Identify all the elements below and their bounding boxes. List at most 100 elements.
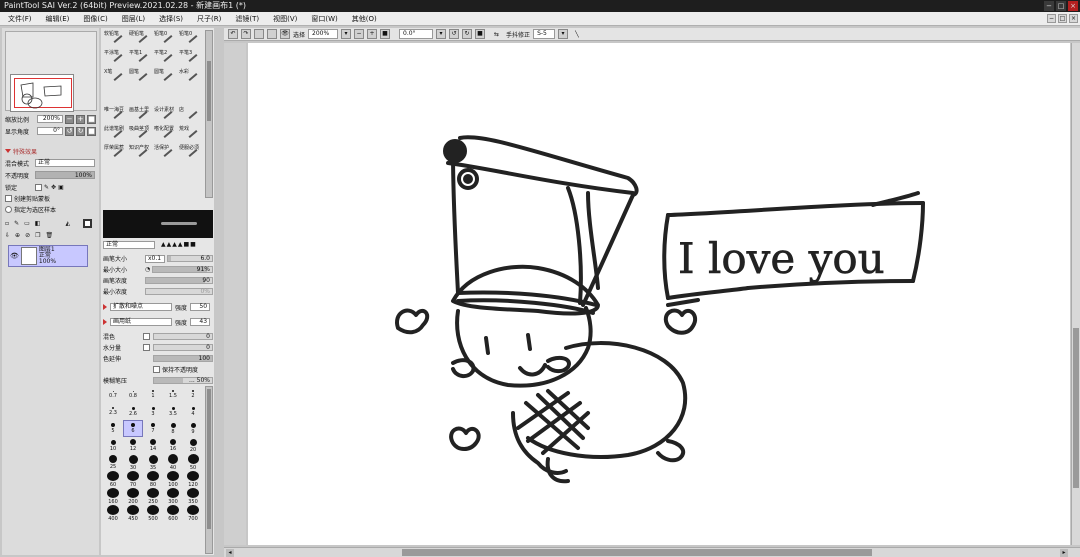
lock-move-icon[interactable]: ✥ [51, 184, 56, 191]
brush-size-preset[interactable]: 3 [143, 403, 163, 420]
doc-minimize-button[interactable]: − [1047, 14, 1056, 23]
brush-size-preset[interactable]: 160 [103, 488, 123, 505]
brush-size-preset[interactable]: 600 [163, 505, 183, 522]
minimize-button[interactable]: − [1044, 1, 1054, 11]
doc-close-button[interactable]: × [1069, 14, 1078, 23]
brush-size-preset[interactable]: 70 [123, 471, 143, 488]
brush-size-preset[interactable]: 3.5 [163, 403, 183, 420]
stabilizer-dropdown[interactable]: ▾ [558, 29, 569, 39]
zoom-reset-button[interactable]: ■ [87, 114, 96, 124]
blend-slider[interactable]: 0 [153, 333, 213, 340]
menu-image[interactable]: 图像(C) [83, 14, 107, 24]
brush-tool-slot[interactable]: 嗜化配置 [153, 125, 178, 144]
brush-tool-slot[interactable]: X笔 [103, 68, 128, 87]
brush-tool-slot[interactable]: 便服必须 [178, 144, 203, 163]
brush-size-preset[interactable]: 8 [163, 420, 183, 437]
layer-item[interactable]: 👁 图层1 正常 100% [8, 245, 88, 267]
brush-size-preset[interactable]: 1 [143, 386, 163, 403]
brush-size-preset[interactable]: 2.3 [103, 403, 123, 420]
lock-transparency-icon[interactable] [35, 183, 42, 191]
brush-size-preset[interactable]: 250 [143, 488, 163, 505]
brush-tool-slot[interactable]: 软铅笔 [103, 30, 128, 49]
edge-expand-icon[interactable] [103, 304, 107, 310]
brush-tool-slot[interactable]: 店 [178, 106, 203, 125]
zoom-in-button[interactable]: + [76, 114, 85, 124]
canvas-zoom-dropdown[interactable]: ▾ [341, 29, 352, 39]
navigator-panel[interactable] [5, 31, 97, 112]
brush-tool-slot[interactable]: 水彩 [178, 68, 203, 87]
menu-window[interactable]: 窗口(W) [311, 14, 337, 24]
color-swatch-icon[interactable] [83, 218, 93, 228]
canvas-vertical-scroll-thumb[interactable] [1073, 328, 1079, 488]
brush-size-preset[interactable]: 700 [183, 505, 203, 522]
persistence-slider[interactable]: 100 [153, 355, 213, 362]
brush-tool-slot[interactable]: 吸曲茎顶 [128, 125, 153, 144]
brush-tool-slot[interactable]: 平笔3 [178, 49, 203, 68]
paper-strength-field[interactable]: 43 [190, 318, 211, 326]
canvas-zoom-reset-button[interactable]: ■ [380, 29, 391, 39]
brush-tool-slot[interactable]: 荒戏 [178, 125, 203, 144]
brush-tool-slot[interactable] [128, 87, 153, 106]
canvas-rotate-reset-button[interactable]: ■ [475, 29, 486, 39]
tool-grid-scrollbar[interactable] [205, 30, 213, 198]
canvas-zoom-out-button[interactable]: − [354, 29, 365, 39]
brush-tool-slot[interactable]: 此谱笔刷 [103, 125, 128, 144]
canvas-rotate-left-button[interactable]: ↺ [449, 29, 460, 39]
canvas-angle-dropdown[interactable]: ▾ [436, 29, 447, 39]
brush-tool-slot[interactable] [103, 87, 128, 106]
brush-tool-slot[interactable]: 铅笔0 [153, 30, 178, 49]
opacity-slider[interactable]: 100% [35, 171, 95, 179]
effects-header[interactable]: 特殊效果 [5, 146, 37, 156]
brush-mode-select[interactable]: 正常 [103, 240, 155, 249]
menu-select[interactable]: 选择(S) [159, 14, 183, 24]
brush-shape-icons[interactable]: ▲▲▲▲■■ [161, 241, 197, 248]
canvas-zoom-field[interactable]: 200% [308, 29, 339, 39]
scroll-right-arrow-icon[interactable]: ▸ [1060, 549, 1068, 557]
brush-tool-slot[interactable]: 铅笔0 [178, 30, 203, 49]
zoom-field[interactable]: 200% [37, 115, 63, 123]
clear-layer-icon[interactable]: ⊘ [25, 232, 30, 239]
canvas-zoom-in-button[interactable]: + [367, 29, 378, 39]
brush-tool-slot[interactable]: 圆笔 [153, 68, 178, 87]
brush-size-preset[interactable]: 200 [123, 488, 143, 505]
navigator-thumbnail[interactable] [10, 74, 74, 112]
brush-size-preset[interactable]: 1.5 [163, 386, 183, 403]
paper-select[interactable]: 画用纸 [110, 318, 172, 326]
brush-size-preset[interactable]: 14 [143, 437, 163, 454]
menu-view[interactable]: 视图(V) [273, 14, 297, 24]
min-size-toggle-icon[interactable]: ◔ [145, 266, 150, 273]
brush-size-preset[interactable]: 450 [123, 505, 143, 522]
brush-size-preset[interactable]: 400 [103, 505, 123, 522]
brush-size-preset[interactable]: 5 [103, 420, 123, 437]
brush-size-multiplier[interactable]: x0.1 [145, 254, 165, 263]
blend-checkbox[interactable] [143, 333, 150, 340]
brush-size-preset[interactable]: 60 [103, 471, 123, 488]
maximize-button[interactable]: □ [1056, 1, 1066, 11]
brush-size-preset[interactable]: 40 [163, 454, 183, 471]
canvas-horizontal-scrollbar[interactable]: ◂ ▸ [224, 547, 1080, 557]
brush-tool-slot[interactable] [178, 87, 203, 106]
clip-checkbox[interactable] [5, 194, 12, 202]
brush-tool-slot[interactable]: 活保护 [153, 144, 178, 163]
brush-tool-slot[interactable]: 画基土里 [128, 106, 153, 125]
rotate-right-button[interactable]: ↻ [76, 126, 85, 136]
brush-size-preset[interactable]: 350 [183, 488, 203, 505]
menu-edit[interactable]: 编辑(E) [46, 14, 70, 24]
brush-size-preset[interactable]: 6 [123, 420, 143, 437]
brush-size-preset[interactable]: 4 [183, 403, 203, 420]
brush-tool-slot[interactable]: 厚荣属惹 [103, 144, 128, 163]
brush-size-scrollbar[interactable] [205, 386, 213, 554]
edge-strength-field[interactable]: 50 [190, 303, 211, 311]
brush-size-preset[interactable]: 50 [183, 454, 203, 471]
canvas-rotate-right-button[interactable]: ↻ [462, 29, 473, 39]
brush-size-preset[interactable]: 500 [143, 505, 163, 522]
delete-layer-icon[interactable]: 🗑 [45, 232, 53, 239]
brush-size-preset[interactable]: 0.7 [103, 386, 123, 403]
drawing-canvas[interactable]: I love you [248, 43, 1070, 545]
layer-mask-icon[interactable]: ◧ [35, 220, 41, 227]
brush-tool-slot[interactable]: 知识产权 [128, 144, 153, 163]
brush-size-preset[interactable]: 80 [143, 471, 163, 488]
dilution-checkbox[interactable] [143, 344, 150, 351]
doc-restore-button[interactable]: □ [1058, 14, 1067, 23]
invert-select-button[interactable] [267, 29, 277, 39]
